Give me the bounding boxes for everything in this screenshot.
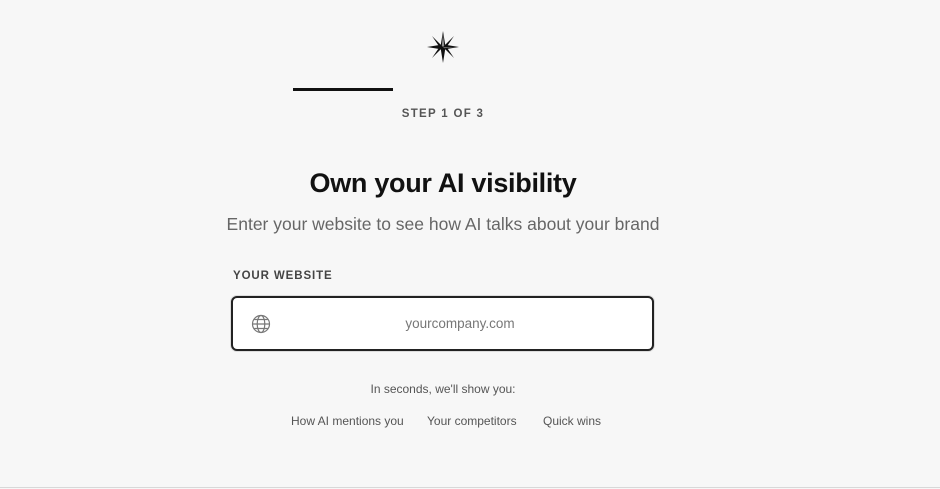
website-field-label: YOUR WEBSITE: [233, 270, 333, 282]
step-progress-fill: [293, 88, 393, 91]
bottom-divider: [0, 487, 940, 488]
benefit-competitors: Your competitors: [427, 414, 517, 428]
page-subtitle: Enter your website to see how AI talks a…: [226, 214, 660, 234]
onboarding-page: STEP 1 OF 3 Own your AI visibility Enter…: [0, 0, 940, 489]
benefit-quick-wins: Quick wins: [543, 414, 602, 428]
step-progress-bar: [293, 88, 593, 91]
website-input[interactable]: [283, 298, 637, 349]
website-input-wrapper[interactable]: [231, 296, 654, 351]
results-promise-text: In seconds, we'll show you:: [370, 382, 516, 396]
globe-icon: [251, 314, 271, 334]
benefit-ai-mentions: How AI mentions you: [291, 414, 404, 428]
compass-star-icon: [427, 31, 459, 63]
step-indicator: STEP 1 OF 3: [401, 108, 485, 120]
page-title: Own your AI visibility: [309, 168, 577, 198]
